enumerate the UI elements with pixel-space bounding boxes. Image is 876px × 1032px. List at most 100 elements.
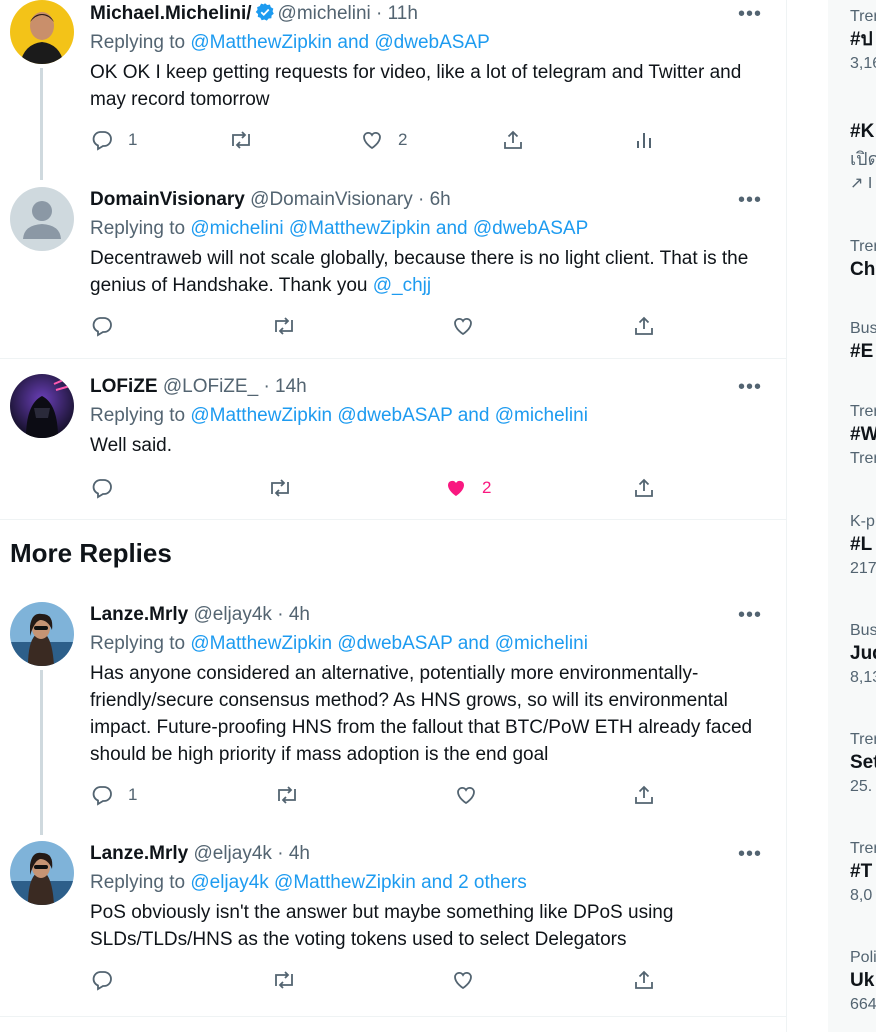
replying-to-label: Replying to: [90, 633, 186, 654]
replying-to-label: Replying to: [90, 32, 186, 53]
retweet-button[interactable]: [274, 783, 300, 807]
reply-button[interactable]: [90, 314, 114, 338]
trend-count: 217: [850, 560, 876, 577]
avatar[interactable]: [10, 0, 74, 64]
trend-category: Tren: [850, 840, 876, 857]
trend-category: Tren: [850, 403, 876, 420]
tweet[interactable]: Lanze.Mrly @eljay4k · 4h ••• Replying to…: [0, 828, 786, 1016]
timestamp[interactable]: 6h: [430, 189, 451, 210]
display-name[interactable]: Michael.Michelini/: [90, 3, 252, 24]
display-name[interactable]: DomainVisionary: [90, 189, 245, 210]
reply-button[interactable]: 1: [90, 128, 137, 152]
separator-dot: ·: [263, 376, 270, 397]
timestamp[interactable]: 4h: [289, 843, 310, 864]
trend-item[interactable]: Tren #W Tren: [850, 402, 876, 470]
like-count: 2: [398, 130, 408, 149]
display-name[interactable]: LOFiZE: [90, 376, 158, 397]
trend-category: Tren: [850, 731, 876, 748]
share-button[interactable]: [632, 314, 656, 338]
reply-mentions[interactable]: @MatthewZipkin and @dwebASAP: [190, 32, 489, 53]
trend-count: 664: [850, 996, 876, 1013]
share-button[interactable]: [632, 968, 656, 992]
trend-category: Bus: [850, 320, 876, 337]
trend-item[interactable]: #K เปิด ↗ I: [850, 119, 876, 195]
heart-filled-icon: [448, 480, 464, 496]
replying-to: Replying to @MatthewZipkin @dwebASAP and…: [90, 403, 588, 429]
reply-mentions[interactable]: @michelini @MatthewZipkin and @dwebASAP: [190, 218, 588, 239]
timestamp[interactable]: 11h: [388, 3, 418, 24]
retweet-icon: [275, 971, 293, 989]
share-icon: [635, 478, 653, 497]
replying-to: Replying to @MatthewZipkin @dwebASAP and…: [90, 631, 588, 657]
like-button[interactable]: 2: [444, 476, 491, 500]
more-options-icon[interactable]: •••: [738, 844, 762, 864]
reply-mentions[interactable]: @MatthewZipkin @dwebASAP and @michelini: [190, 405, 588, 426]
share-button[interactable]: [632, 783, 656, 807]
more-options-icon[interactable]: •••: [738, 605, 762, 625]
share-button[interactable]: [501, 128, 525, 152]
more-options-icon[interactable]: •••: [738, 377, 762, 397]
retweet-button[interactable]: [267, 476, 293, 500]
tweet[interactable]: LOFiZE @LOFiZE_ · 14h ••• Replying to @M…: [0, 359, 786, 519]
trend-item[interactable]: Tren #T 8,0: [850, 839, 876, 907]
thread-line: [40, 670, 43, 835]
avatar[interactable]: [10, 841, 74, 905]
text-mention-link[interactable]: @_chjj: [373, 275, 431, 296]
more-options-icon[interactable]: •••: [738, 4, 762, 24]
user-handle[interactable]: @michelini: [278, 3, 371, 24]
reply-button[interactable]: [90, 968, 114, 992]
analytics-button[interactable]: [632, 128, 656, 152]
trend-item[interactable]: Bus #E: [850, 319, 876, 365]
timestamp[interactable]: 4h: [289, 604, 310, 625]
display-name[interactable]: Lanze.Mrly: [90, 604, 188, 625]
reply-button[interactable]: 1: [90, 783, 137, 807]
like-button[interactable]: [451, 968, 475, 992]
user-handle[interactable]: @eljay4k: [193, 604, 271, 625]
avatar[interactable]: [10, 187, 74, 251]
avatar[interactable]: [10, 602, 74, 666]
reply-button[interactable]: [90, 476, 114, 500]
replying-to: Replying to @MatthewZipkin and @dwebASAP: [90, 30, 490, 56]
like-button[interactable]: [451, 314, 475, 338]
like-button[interactable]: 2: [360, 128, 407, 152]
reply-mentions[interactable]: @MatthewZipkin @dwebASAP and @michelini: [190, 633, 588, 654]
tweet-divider: [0, 1016, 786, 1017]
trend-item[interactable]: Bus Jud 8,13: [850, 621, 876, 689]
more-options-icon[interactable]: •••: [738, 190, 762, 210]
trend-topic: #E: [850, 341, 874, 362]
share-icon: [504, 130, 522, 149]
retweet-button[interactable]: [228, 128, 254, 152]
trend-item[interactable]: Poli Uk 664: [850, 948, 876, 1016]
timestamp[interactable]: 14h: [275, 376, 307, 397]
separator-dot: ·: [277, 843, 284, 864]
like-button[interactable]: [454, 783, 478, 807]
trend-category: Poli: [850, 949, 876, 966]
tweet[interactable]: Michael.Michelini/ @michelini · 11h ••• R…: [0, 0, 786, 180]
user-handle[interactable]: @DomainVisionary: [250, 189, 413, 210]
avatar-image: [10, 374, 74, 438]
trend-item[interactable]: Tren Set 25.: [850, 730, 876, 798]
trend-item[interactable]: Tren #ป 3,16: [850, 7, 876, 75]
user-handle[interactable]: @LOFiZE_: [163, 376, 258, 397]
reply-mentions[interactable]: @eljay4k @MatthewZipkin and 2 others: [190, 872, 526, 893]
trend-count: Tren: [850, 450, 876, 467]
display-name[interactable]: Lanze.Mrly: [90, 843, 188, 864]
user-handle[interactable]: @eljay4k: [193, 843, 271, 864]
retweet-button[interactable]: [271, 968, 297, 992]
retweet-button[interactable]: [271, 314, 297, 338]
trend-topic: Set: [850, 752, 876, 773]
tweet-actions: [90, 314, 760, 342]
avatar-image: [10, 602, 74, 666]
tweet[interactable]: Lanze.Mrly @eljay4k · 4h ••• Replying to…: [0, 587, 786, 835]
trend-item[interactable]: Tren Ch: [850, 237, 876, 283]
trend-count: 25.: [850, 778, 873, 795]
analytics-icon: [637, 133, 651, 148]
trend-item[interactable]: K-p #L 217: [850, 512, 876, 580]
retweet-icon: [275, 317, 293, 335]
trend-category: Tren: [850, 238, 876, 255]
avatar[interactable]: [10, 374, 74, 438]
trend-topic: Ch: [850, 259, 876, 280]
share-button[interactable]: [632, 476, 656, 500]
heart-icon: [457, 786, 475, 805]
tweet[interactable]: DomainVisionary @DomainVisionary · 6h ••…: [0, 175, 786, 358]
